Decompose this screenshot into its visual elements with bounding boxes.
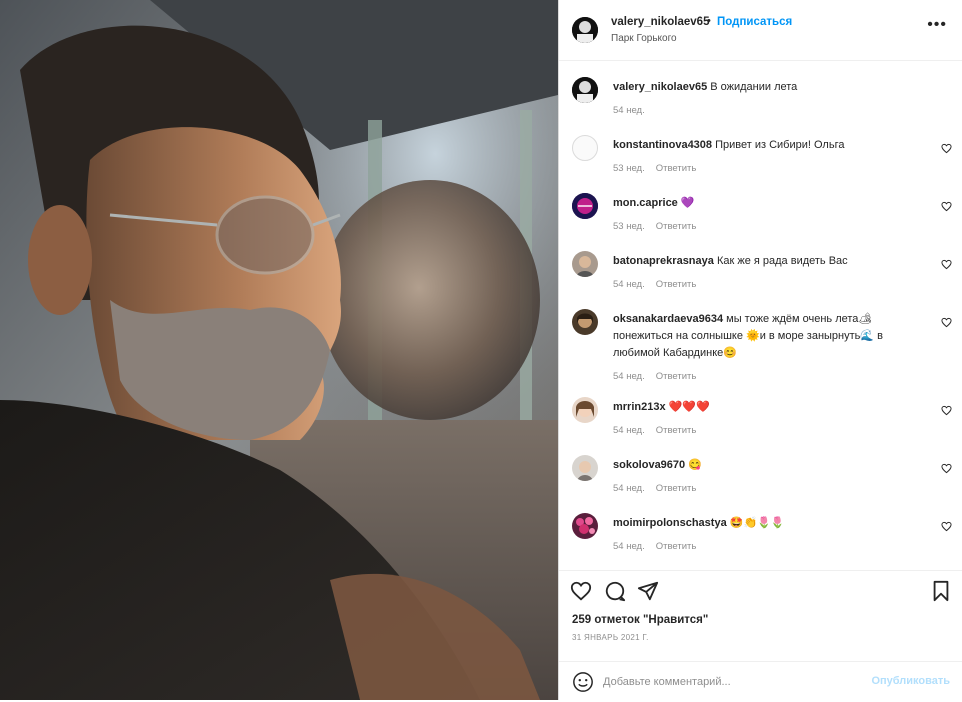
commenter-avatar[interactable]: [572, 251, 598, 277]
reply-button[interactable]: Ответить: [656, 371, 697, 382]
share-paper-plane-icon[interactable]: [637, 580, 659, 602]
reply-button[interactable]: Ответить: [656, 163, 697, 174]
commenter-avatar[interactable]: [572, 513, 598, 539]
comment-body: 🤩👏🌷🌷: [729, 517, 785, 529]
reply-button[interactable]: Ответить: [656, 483, 697, 494]
avatar-image: [572, 251, 598, 277]
comment-username[interactable]: mon.caprice: [613, 197, 678, 209]
comment-text: oksanakardaeva9634 мы тоже ждём очень ле…: [613, 311, 913, 362]
comment-username[interactable]: batonaprekrasnaya: [613, 255, 714, 267]
caption-text: valery_nikolaev65 В ожидании лета: [613, 79, 933, 96]
comment-text: mon.caprice 💜: [613, 195, 933, 212]
post-date: 31 ЯНВАРЬ 2021 Г.: [572, 633, 649, 642]
comment-time[interactable]: 54 нед.: [613, 483, 645, 494]
comment-meta: 53 нед. Ответить: [613, 163, 707, 174]
like-heart-icon[interactable]: [570, 580, 592, 602]
portrait-image: [0, 0, 558, 700]
comment-item: batonaprekrasnaya Как же я рада видеть В…: [559, 251, 962, 303]
separator-dot: •: [707, 15, 711, 27]
commenter-avatar[interactable]: [572, 193, 598, 219]
comment-text: sokolova9670 😋: [613, 457, 933, 474]
likes-count[interactable]: 259 отметок "Нравится": [572, 614, 708, 626]
avatar-image: [572, 455, 598, 481]
comment-meta: 54 нед. Ответить: [613, 279, 707, 290]
comment-username[interactable]: mrrin213x: [613, 401, 666, 413]
caption-time[interactable]: 54 нед.: [613, 105, 645, 116]
comment-time[interactable]: 54 нед.: [613, 279, 645, 290]
comment-item: oksanakardaeva9634 мы тоже ждём очень ле…: [559, 309, 962, 393]
caption-body: В ожидании лета: [710, 81, 798, 93]
reply-button[interactable]: Ответить: [656, 279, 697, 290]
post-header: valery_nikolaev65 • Подписаться Парк Гор…: [559, 0, 962, 61]
comment-meta: 54 нед. Ответить: [613, 371, 707, 382]
avatar-image: [572, 193, 598, 219]
comment-text: mrrin213x ❤️❤️❤️: [613, 399, 933, 416]
like-comment-heart-icon[interactable]: [941, 201, 952, 212]
avatar-image: [572, 397, 598, 423]
reply-button[interactable]: Ответить: [656, 221, 697, 232]
comment-text: batonaprekrasnaya Как же я рада видеть В…: [613, 253, 933, 270]
commenter-avatar[interactable]: [572, 135, 598, 161]
like-comment-heart-icon[interactable]: [941, 521, 952, 532]
comment-body: 😋: [688, 459, 702, 471]
like-comment-heart-icon[interactable]: [941, 259, 952, 270]
comment-meta: 53 нед. Ответить: [613, 221, 707, 232]
comments-list[interactable]: valery_nikolaev65 В ожидании лета 54 нед…: [559, 61, 962, 569]
commenter-avatar[interactable]: [572, 397, 598, 423]
commenter-avatar[interactable]: [572, 455, 598, 481]
like-comment-heart-icon[interactable]: [941, 463, 952, 474]
comment-time[interactable]: 53 нед.: [613, 221, 645, 232]
avatar-image: [572, 17, 598, 43]
emoji-icon[interactable]: [572, 671, 594, 693]
post-location[interactable]: Парк Горького: [611, 33, 677, 44]
reply-button[interactable]: Ответить: [656, 541, 697, 552]
comment-body: Привет из Сибири! Ольга: [715, 139, 845, 151]
comment-meta: 54 нед. Ответить: [613, 541, 707, 552]
comment-item: mon.caprice 💜 53 нед. Ответить: [559, 193, 962, 245]
comment-body: Как же я рада видеть Вас: [716, 255, 848, 267]
publish-button[interactable]: Опубликовать: [871, 675, 950, 687]
caption: valery_nikolaev65 В ожидании лета 54 нед…: [559, 77, 962, 127]
owner-username[interactable]: valery_nikolaev65: [611, 16, 709, 28]
like-comment-heart-icon[interactable]: [941, 405, 952, 416]
comment-item: moimirpolonschastya 🤩👏🌷🌷 54 нед. Ответить: [559, 513, 962, 565]
comment-username[interactable]: moimirpolonschastya: [613, 517, 727, 529]
post-actions: 259 отметок "Нравится" 31 ЯНВАРЬ 2021 Г.…: [559, 570, 962, 701]
more-options-icon[interactable]: •••: [927, 17, 947, 33]
avatar-image: [572, 513, 598, 539]
reply-button[interactable]: Ответить: [656, 425, 697, 436]
comment-body: ❤️❤️❤️: [668, 401, 710, 413]
comment-username[interactable]: konstantinova4308: [613, 139, 712, 151]
caption-meta: 54 нед.: [613, 105, 656, 116]
owner-avatar[interactable]: [572, 17, 598, 43]
comment-meta: 54 нед. Ответить: [613, 483, 707, 494]
commenter-avatar[interactable]: [572, 309, 598, 335]
save-bookmark-icon[interactable]: [930, 580, 952, 602]
like-comment-heart-icon[interactable]: [941, 317, 952, 328]
add-comment-input[interactable]: [603, 674, 863, 690]
comment-time[interactable]: 53 нед.: [613, 163, 645, 174]
comment-text: moimirpolonschastya 🤩👏🌷🌷: [613, 515, 933, 532]
comment-username[interactable]: oksanakardaeva9634: [613, 313, 723, 325]
add-comment-row: Опубликовать: [559, 661, 962, 702]
caption-username[interactable]: valery_nikolaev65: [613, 81, 707, 93]
like-comment-heart-icon[interactable]: [941, 143, 952, 154]
comment-meta: 54 нед. Ответить: [613, 425, 707, 436]
comment-item: mrrin213x ❤️❤️❤️ 54 нед. Ответить: [559, 397, 962, 449]
comment-time[interactable]: 54 нед.: [613, 425, 645, 436]
comment-text: konstantinova4308 Привет из Сибири! Ольг…: [613, 137, 933, 154]
avatar-image: [572, 309, 598, 335]
caption-avatar[interactable]: [572, 77, 598, 103]
comment-item: sokolova9670 😋 54 нед. Ответить: [559, 455, 962, 507]
avatar-image: [572, 77, 598, 103]
comment-item: konstantinova4308 Привет из Сибири! Ольг…: [559, 135, 962, 187]
comment-time[interactable]: 54 нед.: [613, 371, 645, 382]
comment-body: 💜: [680, 197, 695, 209]
post-side-panel: valery_nikolaev65 • Подписаться Парк Гор…: [558, 0, 962, 700]
post-photo: [0, 0, 558, 700]
comment-bubble-icon[interactable]: [604, 580, 626, 602]
follow-button[interactable]: Подписаться: [717, 16, 792, 28]
comment-username[interactable]: sokolova9670: [613, 459, 685, 471]
comment-time[interactable]: 54 нед.: [613, 541, 645, 552]
